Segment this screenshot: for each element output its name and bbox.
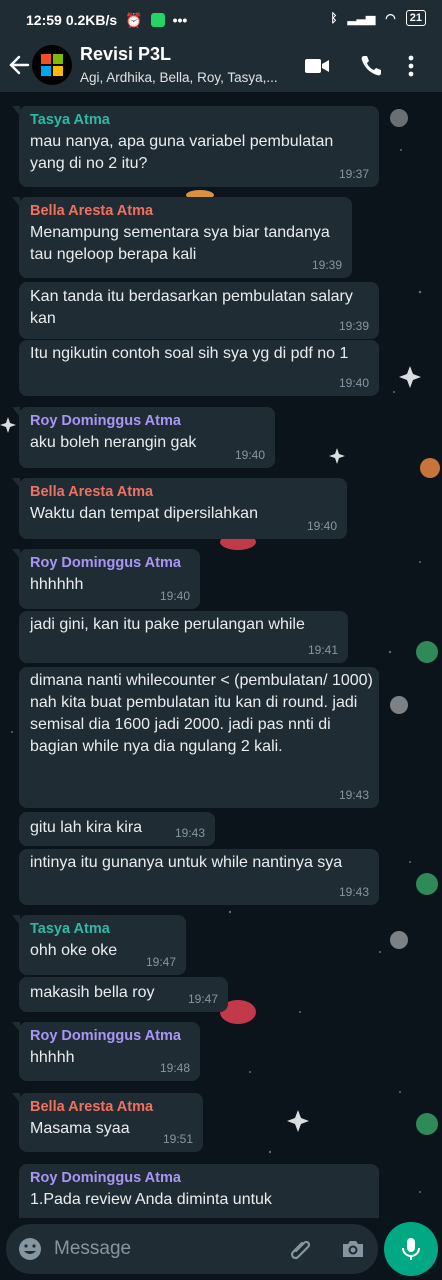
message-text: aku boleh nerangin gak	[30, 434, 197, 451]
message-text: intinya itu gunanya untuk while nantinya…	[30, 854, 343, 871]
message-bubble[interactable]: dimana nanti whilecounter < (pembulatan/…	[19, 667, 379, 808]
message-bubble[interactable]: gitu lah kira kira 19:43	[19, 812, 215, 846]
emoji-icon[interactable]	[18, 1237, 42, 1261]
wifi-icon: ◠	[385, 11, 396, 25]
message-time: 19:47	[187, 992, 218, 1006]
message-text: Itu ngikutin contoh soal sih sya yg di p…	[30, 345, 349, 362]
message-bubble[interactable]: makasih bella roy 19:47	[19, 977, 228, 1012]
message-time: 19:51	[162, 1132, 193, 1146]
message-time: 19:40	[234, 448, 265, 462]
microsoft-logo-icon	[41, 54, 63, 76]
message-time: 19:43	[174, 826, 205, 840]
status-time: 12:59	[26, 12, 62, 28]
message-text: Waktu dan tempat dipersilahkan	[30, 505, 258, 522]
chat-header: Revisi P3L Agi, Ardhika, Bella, Roy, Tas…	[0, 40, 442, 92]
bluetooth-icon: ᛒ	[330, 11, 338, 25]
group-members[interactable]: Agi, Ardhika, Bella, Roy, Tasya,...	[80, 70, 278, 85]
voice-call-icon[interactable]	[358, 54, 384, 78]
message-time: 19:40	[306, 519, 337, 533]
video-call-icon[interactable]	[304, 54, 330, 78]
message-time: 19:43	[338, 885, 369, 899]
message-time: 19:39	[311, 258, 342, 272]
message-time: 19:40	[338, 376, 369, 390]
message-bubble[interactable]: Bella Aresta Atma Masama syaa 19:51	[12, 1093, 203, 1152]
message-sender: Roy Dominggus Atma	[30, 555, 181, 571]
message-bubble[interactable]: intinya itu gunanya untuk while nantinya…	[19, 849, 379, 905]
message-sender: Bella Aresta Atma	[30, 203, 154, 219]
group-avatar[interactable]	[32, 45, 72, 85]
message-time: 19:48	[159, 1061, 190, 1075]
message-time: 19:37	[338, 167, 369, 181]
message-time: 19:39	[338, 319, 369, 333]
mic-button[interactable]	[384, 1222, 438, 1276]
status-bar: 12:59 0.2KB/s ⏰ ••• ᛒ ▂▃▅ ◠ 21	[0, 0, 442, 40]
message-bubble[interactable]: Roy Dominggus Atma aku boleh nerangin ga…	[12, 407, 275, 468]
network-speed: 0.2KB/s	[65, 12, 118, 28]
message-bubble[interactable]: Roy Dominggus Atma hhhhh 19:48	[12, 1022, 200, 1081]
notification-icon	[150, 13, 165, 27]
message-text: mau nanya, apa guna variabel pembulatan …	[30, 133, 334, 172]
message-sender: Tasya Atma	[30, 112, 110, 128]
message-bubble[interactable]: Tasya Atma ohh oke oke 19:47	[12, 915, 186, 975]
message-time: 19:41	[307, 643, 338, 657]
message-text: Menampung sementara sya biar tandanya ta…	[30, 224, 330, 263]
message-input[interactable]: Message	[54, 1238, 131, 1260]
message-time: 19:47	[145, 955, 176, 969]
attach-icon[interactable]	[288, 1236, 314, 1262]
message-text: 1.Pada review Anda diminta untuk	[30, 1191, 272, 1208]
message-text: Kan tanda itu berdasarkan pembulatan sal…	[30, 288, 353, 327]
message-bubble[interactable]: Bella Aresta Atma Waktu dan tempat diper…	[12, 478, 347, 539]
message-bubble[interactable]: Itu ngikutin contoh soal sih sya yg di p…	[19, 340, 379, 396]
message-time: 19:43	[338, 788, 369, 802]
mic-icon	[402, 1238, 420, 1260]
message-bubble[interactable]: Bella Aresta Atma Menampung sementara sy…	[12, 197, 352, 278]
message-sender: Roy Dominggus Atma	[30, 1170, 181, 1186]
message-bubble[interactable]: Roy Dominggus Atma 1.Pada review Anda di…	[19, 1164, 379, 1218]
message-sender: Tasya Atma	[30, 921, 110, 937]
message-sender: Roy Dominggus Atma	[30, 413, 181, 429]
more-options-icon[interactable]	[404, 54, 418, 78]
message-sender: Bella Aresta Atma	[30, 1099, 154, 1115]
message-bubble[interactable]: Kan tanda itu berdasarkan pembulatan sal…	[19, 282, 379, 339]
signal-icon: ▂▃▅	[347, 11, 376, 25]
message-bubble[interactable]: Roy Dominggus Atma hhhhhh 19:40	[12, 549, 200, 609]
message-text: jadi gini, kan itu pake perulangan while	[30, 616, 305, 633]
message-text: dimana nanti whilecounter < (pembulatan/…	[30, 672, 373, 755]
alarm-icon: ⏰	[125, 11, 143, 28]
camera-icon[interactable]	[340, 1236, 366, 1262]
message-composer[interactable]: Message	[6, 1224, 378, 1274]
message-sender: Bella Aresta Atma	[30, 484, 154, 500]
back-arrow-icon[interactable]	[8, 52, 30, 78]
more-notifications-icon: •••	[172, 12, 188, 28]
message-bubble[interactable]: jadi gini, kan itu pake perulangan while…	[19, 611, 348, 663]
message-sender: Roy Dominggus Atma	[30, 1028, 181, 1044]
message-bubble[interactable]: Tasya Atma mau nanya, apa guna variabel …	[12, 106, 379, 187]
group-title[interactable]: Revisi P3L	[80, 44, 171, 65]
message-time: 19:40	[159, 589, 190, 603]
battery-level: 21	[405, 10, 426, 26]
